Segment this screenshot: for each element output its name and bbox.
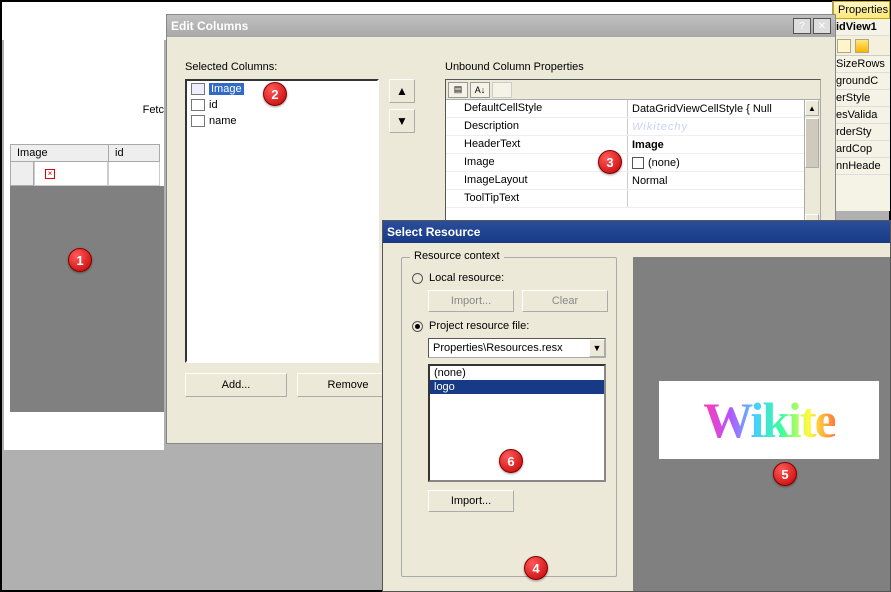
fetch-label: Fetc [143,104,164,116]
prop-row[interactable]: SizeRows [833,56,890,73]
properties-toolbar [833,36,890,56]
image-checkbox-icon[interactable] [632,157,644,169]
list-item-name[interactable]: name [187,113,377,129]
prop-value-text: (none) [648,157,680,169]
property-grid: ▤ A↓ DefaultCellStyle DataGridViewCellSt… [445,79,821,231]
resource-preview-panel: Wikite [633,257,890,591]
project-resource-option[interactable]: Project resource file: [412,320,612,332]
resource-item-none[interactable]: (none) [430,366,604,380]
propgrid-rows: DefaultCellStyle DataGridViewCellStyle {… [446,100,820,208]
prop-name: ImageLayout [446,172,628,189]
prop-row[interactable]: esValida [833,107,890,124]
propgrid-tool-icon[interactable] [492,82,512,98]
edit-columns-titlebar[interactable]: Edit Columns ? ✕ [167,15,835,37]
import-local-button[interactable]: Import... [428,290,514,312]
prop-image-layout[interactable]: ImageLayout Normal [446,172,820,190]
prop-description[interactable]: Description Wikitechy [446,118,820,136]
prop-value[interactable]: (none) [628,154,820,171]
selected-columns-list[interactable]: Image id name [185,79,379,363]
grid-row[interactable]: × [10,162,164,186]
text-column-icon [191,115,205,127]
prop-row[interactable]: nnHeade [833,158,890,175]
row-header[interactable] [10,162,34,186]
clear-button[interactable]: Clear [522,290,608,312]
combo-value: Properties\Resources.resx [433,342,563,354]
close-button[interactable]: ✕ [813,18,831,34]
prop-name: HeaderText [446,136,628,153]
import-project-button[interactable]: Import... [428,490,514,512]
prop-name: ToolTipText [446,190,628,207]
cell-image[interactable]: × [34,162,108,186]
broken-image-icon: × [45,169,55,179]
group-label: Resource context [410,250,504,262]
categorized-icon[interactable] [837,39,851,53]
select-resource-titlebar[interactable]: Select Resource [383,221,890,243]
select-resource-dialog: Select Resource Resource context Local r… [382,220,891,592]
list-item-label: Image [209,83,244,95]
prop-default-cell-style[interactable]: DefaultCellStyle DataGridViewCellStyle {… [446,100,820,118]
prop-value[interactable]: Wikitechy [628,118,820,135]
move-down-button[interactable]: ▼ [389,109,415,133]
logo-preview: Wikite [703,391,835,449]
properties-sidebar: Properties idView1 SizeRows groundC erSt… [832,1,890,211]
radio-project-icon[interactable] [412,321,423,332]
prop-name: DefaultCellStyle [446,100,628,117]
properties-title: Properties [833,1,890,19]
prop-value[interactable]: Image [628,136,820,153]
grid-body: × [10,162,164,412]
local-resource-label: Local resource: [429,272,504,284]
alpha-sort-icon[interactable]: A↓ [470,82,490,98]
grid-empty [10,186,164,406]
move-up-button[interactable]: ▲ [389,79,415,103]
callout-5: 5 [773,462,797,486]
add-button[interactable]: Add... [185,373,287,397]
propgrid-toolbar: ▤ A↓ [446,80,820,100]
grid-header: Image id [10,144,164,162]
prop-row[interactable]: ardCop [833,141,890,158]
categorized-view-icon[interactable]: ▤ [448,82,468,98]
prop-value[interactable]: Normal [628,172,820,189]
image-column-icon [191,83,205,95]
scroll-thumb[interactable] [805,118,819,168]
watermark: Wikitechy [632,121,688,133]
callout-1: 1 [68,248,92,272]
scroll-up-icon[interactable]: ▲ [805,100,819,116]
edit-columns-title: Edit Columns [171,19,248,33]
project-resource-label: Project resource file: [429,320,529,332]
selected-columns-label: Selected Columns: [185,61,277,73]
prop-row[interactable]: erStyle [833,90,890,107]
prop-row[interactable]: groundC [833,73,890,90]
unbound-props-label: Unbound Column Properties [445,61,584,73]
preview-image: Wikite [659,381,879,459]
resource-file-combo[interactable]: Properties\Resources.resx ▼ [428,338,606,358]
prop-value[interactable]: DataGridViewCellStyle { Null [628,100,820,117]
prop-tooltip-text[interactable]: ToolTipText [446,190,820,208]
grid-header-image[interactable]: Image [10,144,108,162]
list-item-label: id [209,99,218,111]
select-resource-title: Select Resource [387,225,480,239]
callout-3: 3 [598,150,622,174]
properties-object[interactable]: idView1 [833,19,890,36]
prop-header-text[interactable]: HeaderText Image [446,136,820,154]
prop-name: Description [446,118,628,135]
callout-4: 4 [524,556,548,580]
cell-id[interactable] [108,162,160,186]
propgrid-scrollbar[interactable]: ▲ ▼ [804,100,820,230]
chevron-down-icon[interactable]: ▼ [589,339,605,357]
background-grid-window: Fetc Image id × [4,40,164,450]
resource-item-logo[interactable]: logo [430,380,604,394]
grid-header-id[interactable]: id [108,144,160,162]
text-column-icon [191,99,205,111]
resource-context-group: Resource context Local resource: Import.… [401,257,617,577]
prop-image[interactable]: Image (none) [446,154,820,172]
prop-value[interactable] [628,190,820,207]
local-resource-option[interactable]: Local resource: [412,272,612,284]
events-icon[interactable] [855,39,869,53]
prop-row[interactable]: rderSty [833,124,890,141]
callout-2: 2 [263,82,287,106]
callout-6: 6 [499,449,523,473]
list-item-label: name [209,115,237,127]
radio-local-icon[interactable] [412,273,423,284]
help-button[interactable]: ? [793,18,811,34]
